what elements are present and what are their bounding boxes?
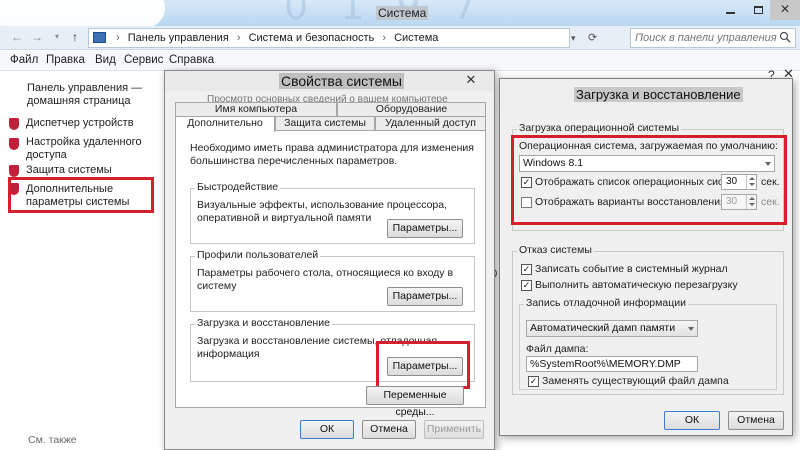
ok-button[interactable]: ОК <box>664 411 720 430</box>
debug-info-group: Запись отладочной информации Автоматичес… <box>519 297 777 390</box>
menu-item-edit[interactable]: Правка <box>46 54 85 66</box>
search-box[interactable] <box>630 28 796 48</box>
refresh-icon[interactable]: ⟳ <box>588 32 597 44</box>
minimize-icon <box>725 11 735 14</box>
performance-group: Быстродействие Визуальные эффекты, испол… <box>190 181 475 244</box>
address-field[interactable]: › Панель управления › Система и безопасн… <box>88 28 570 48</box>
close-icon: ✕ <box>779 2 791 16</box>
startup-recovery-title: Загрузка и восстановление <box>195 317 332 329</box>
shield-icon <box>9 118 19 130</box>
user-profiles-settings-button[interactable]: Параметры... <box>387 287 463 306</box>
tab-hardware[interactable]: Оборудование <box>337 102 486 117</box>
breadcrumb-item[interactable]: Система и безопасность <box>249 32 375 44</box>
up-arrow-icon[interactable]: ↑ <box>68 30 82 44</box>
dialog-title: Загрузка и восстановление <box>574 87 743 102</box>
dump-type-value: Автоматический дамп памяти <box>530 322 676 334</box>
control-panel-icon <box>93 32 106 43</box>
system-properties-dialog: Свойства системы ✕ Просмотр основных све… <box>164 70 495 450</box>
tab-row-back: Имя компьютера Оборудование <box>175 102 486 117</box>
breadcrumb: › Панель управления › Система и безопасн… <box>111 32 438 44</box>
tab-row-front: Дополнительно Защита системы Удаленный д… <box>175 116 486 132</box>
breadcrumb-separator: › <box>116 32 120 44</box>
breadcrumb-item[interactable]: Система <box>394 32 438 44</box>
dump-type-select[interactable]: Автоматический дамп памяти <box>526 320 698 337</box>
environment-variables-button[interactable]: Переменные среды... <box>366 386 464 418</box>
menu-item-tools[interactable]: Сервис <box>124 54 163 66</box>
performance-title: Быстродействие <box>195 181 281 193</box>
window-title: Система <box>376 6 429 20</box>
tab-remote[interactable]: Удаленный доступ <box>375 116 486 131</box>
cancel-button[interactable]: Отмена <box>362 420 416 439</box>
auto-restart-label: Выполнить автоматическую перезагрузку <box>535 279 738 291</box>
close-button[interactable]: ✕ <box>770 0 800 20</box>
search-icon[interactable] <box>779 31 791 43</box>
address-controls[interactable]: ▾ ⟳ <box>571 28 607 48</box>
overwrite-dump-checkbox[interactable]: ✓ <box>528 376 539 387</box>
highlight-box <box>8 177 154 213</box>
tab-system-protection[interactable]: Защита системы <box>275 116 375 131</box>
menu-item-file[interactable]: Файл <box>10 54 38 66</box>
help-icon[interactable]: ? <box>768 68 775 82</box>
shield-icon <box>9 165 19 177</box>
close-icon: ✕ <box>465 72 477 87</box>
system-startup-title: Загрузка операционной системы <box>517 122 682 134</box>
ok-button[interactable]: ОК <box>300 420 354 439</box>
window-titlebar: 0 1 9 7 Система ✕ <box>0 0 800 26</box>
menu-bar: Файл Правка Вид Сервис Справка <box>0 51 800 71</box>
startup-recovery-dialog: Загрузка и восстановление Загрузка опера… <box>499 78 793 436</box>
performance-settings-button[interactable]: Параметры... <box>387 219 463 238</box>
tab-advanced[interactable]: Дополнительно <box>175 116 275 132</box>
chevron-down-icon <box>688 327 694 331</box>
admin-notice: Необходимо иметь права администратора дл… <box>190 142 474 167</box>
cancel-button[interactable]: Отмена <box>728 411 784 430</box>
tab-computer-name[interactable]: Имя компьютера <box>175 102 337 117</box>
sidebar-item-remote-settings[interactable]: Настройка удаленного доступа <box>26 136 156 162</box>
advanced-tab-panel: Необходимо иметь права администратора дл… <box>175 130 486 418</box>
dump-file-input[interactable]: %SystemRoot%\MEMORY.DMP <box>526 356 698 372</box>
write-event-label: Записать событие в системный журнал <box>535 263 728 275</box>
menu-item-help[interactable]: Справка <box>169 54 214 66</box>
breadcrumb-item[interactable]: Панель управления <box>128 32 229 44</box>
breadcrumb-separator: › <box>236 32 241 44</box>
address-dropdown-icon[interactable]: ▾ <box>571 33 576 43</box>
shield-icon <box>9 138 19 150</box>
breadcrumb-separator: › <box>382 32 387 44</box>
sidebar-item-system-protection[interactable]: Защита системы <box>26 164 156 177</box>
overwrite-dump-label: Заменять существующий файл дампа <box>542 375 729 387</box>
user-profiles-title: Профили пользователей <box>195 249 321 261</box>
system-failure-title: Отказ системы <box>517 244 594 256</box>
auto-restart-checkbox[interactable]: ✓ <box>521 280 532 291</box>
dialog-titlebar: Загрузка и восстановление <box>500 79 792 109</box>
sidebar: Панель управления — домашняя страница Ди… <box>0 72 168 450</box>
dump-file-label: Файл дампа: <box>526 343 589 355</box>
dialog-titlebar: Свойства системы ✕ <box>165 71 494 91</box>
debug-info-title: Запись отладочной информации <box>524 297 688 309</box>
dialog-close-button[interactable]: ✕ <box>461 72 481 88</box>
highlight-box <box>511 135 787 225</box>
apply-button[interactable]: Применить <box>424 420 484 439</box>
dialog-title: Свойства системы <box>279 73 404 89</box>
back-arrow-icon[interactable]: ← <box>10 30 24 44</box>
history-dropdown-icon[interactable]: ▾ <box>50 30 64 44</box>
see-also-label: См. также <box>28 434 77 446</box>
address-bar: ← → ▾ ↑ › Панель управления › Система и … <box>0 26 800 50</box>
sidebar-item-device-manager[interactable]: Диспетчер устройств <box>26 117 156 130</box>
search-input[interactable] <box>631 29 777 47</box>
menu-item-view[interactable]: Вид <box>95 54 116 66</box>
system-failure-group: Отказ системы ✓ Записать событие в систе… <box>512 244 784 395</box>
maximize-icon <box>753 5 763 14</box>
titlebar-decoration <box>0 0 165 26</box>
minimize-button[interactable] <box>716 0 744 20</box>
highlight-box <box>376 341 470 389</box>
maximize-button[interactable] <box>744 0 772 20</box>
sidebar-home-link[interactable]: Панель управления — домашняя страница <box>27 82 157 108</box>
write-event-checkbox[interactable]: ✓ <box>521 264 532 275</box>
user-profiles-group: Профили пользователей Параметры рабочего… <box>190 249 475 312</box>
close-icon[interactable]: ✕ <box>783 66 794 82</box>
forward-arrow-icon[interactable]: → <box>30 30 44 44</box>
